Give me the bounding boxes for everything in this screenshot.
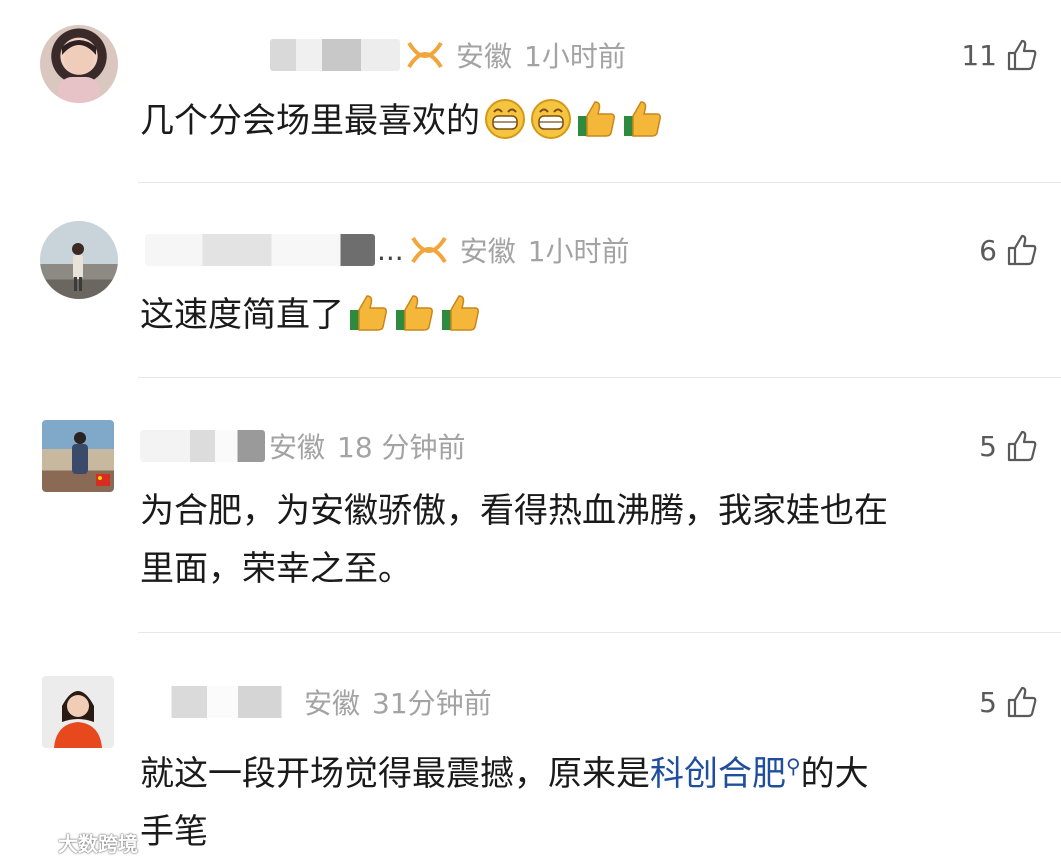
comment-text: 几个分会场里最喜欢的 [140,92,1021,150]
comment-text-content: 的大 [800,754,869,794]
vip-badge-icon [404,39,446,71]
like-count: 6 [979,233,997,267]
comment-location: 安徽 [304,687,361,720]
topic-link[interactable]: 科创合肥 [650,754,786,794]
comment-time: 1小时前 [527,235,630,268]
thumbs-up-icon [1007,686,1037,718]
like-count: 5 [979,429,997,463]
blurred-username [145,686,300,718]
like-button[interactable]: 6 [979,225,1039,275]
vip-badge-icon [408,234,450,266]
watermark: 大数跨境 [8,828,138,857]
divider [138,377,1061,378]
comment-text: 为合肥，为安徽骄傲，看得热血沸腾，我家娃也在 里面，荣幸之至。 [140,482,1021,598]
comment-text-content: 几个分会场里最喜欢的 [140,101,480,141]
like-button[interactable]: 5 [979,677,1039,727]
comment-text: 这速度简直了 [140,286,1021,344]
search-icon[interactable]: ⚲ [786,754,801,778]
divider [138,632,1061,633]
blurred-username [145,234,375,266]
avatar[interactable] [42,676,114,748]
thumbs-up-emoji-icon [622,98,664,140]
watermark-text: 大数跨境 [58,832,138,856]
like-button[interactable]: 5 [979,421,1039,471]
comment-meta: 安徽 18 分钟前 [140,421,466,471]
avatar-image [58,40,100,103]
comment-text-line: 就这一段开场觉得最震撼，原来是科创合肥⚲的大 [140,737,1021,803]
avatar-image [72,243,84,291]
avatar[interactable] [40,25,118,103]
comment-time: 18 分钟前 [337,431,466,464]
thumbs-up-icon [1007,39,1037,71]
avatar[interactable] [40,221,118,299]
comment-text: 就这一段开场觉得最震撼，原来是科创合肥⚲的大 手笔 [140,737,1021,861]
divider [138,182,1061,183]
comment-text-line: 为合肥，为安徽骄傲，看得热血沸腾，我家娃也在 [140,491,888,531]
comment-location: 安徽 [269,431,326,464]
thumbs-up-emoji-icon [348,292,390,334]
like-count: 11 [961,38,997,72]
blurred-username [270,39,400,71]
comment-text-line: 手笔 [140,812,208,852]
blurred-username [140,430,265,462]
thumbs-up-emoji-icon [440,292,482,334]
like-button[interactable]: 11 [961,30,1039,80]
grin-emoji-icon [530,98,572,140]
comment-meta: ... 安徽 1小时前 [140,225,630,275]
username-ellipsis: ... [377,233,404,267]
comment-location: 安徽 [459,235,516,268]
avatar[interactable] [42,420,114,492]
comment-text-content: 就这一段开场觉得最震撼，原来是 [140,754,650,794]
thumbs-up-emoji-icon [576,98,618,140]
like-count: 5 [979,685,997,719]
comment-meta: 安徽 31分钟前 [140,677,492,727]
comment-location: 安徽 [456,40,513,73]
comment-text-content: 这速度简直了 [140,295,344,335]
grin-emoji-icon [484,98,526,140]
thumbs-up-emoji-icon [394,292,436,334]
comment-meta: 安徽 1小时前 [140,30,626,80]
comment-time: 1小时前 [524,40,626,73]
avatar-image [72,432,110,486]
thumbs-up-icon [1007,234,1037,266]
comment-text-line: 里面，荣幸之至。 [140,549,412,589]
avatar-image [54,691,102,748]
thumbs-up-icon [1007,430,1037,462]
comment-time: 31分钟前 [372,687,492,720]
watermark-logo-icon [10,833,52,851]
